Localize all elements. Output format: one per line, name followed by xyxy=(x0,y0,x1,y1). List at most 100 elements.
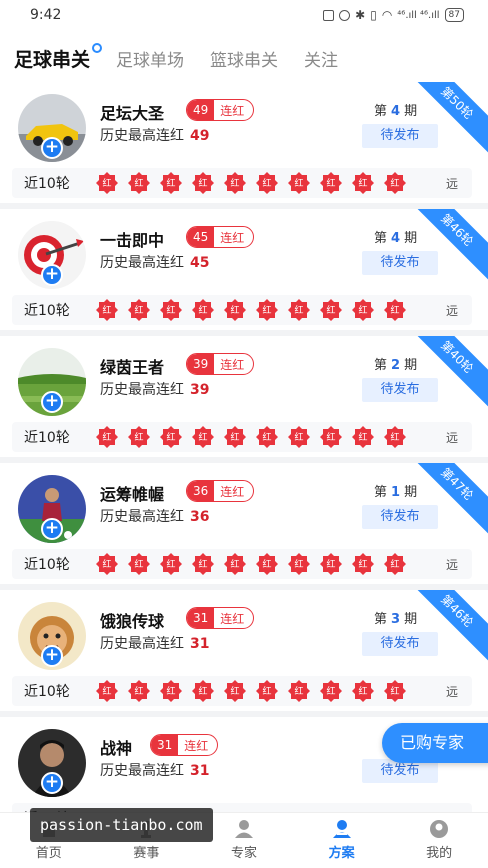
red-win-badge: 红 xyxy=(384,299,406,321)
badge-text: 红 xyxy=(294,687,304,697)
tab-plans[interactable]: 方案 xyxy=(293,813,391,868)
red-win-badge: 红 xyxy=(288,680,310,702)
red-win-badge: 红 xyxy=(384,172,406,194)
badge-text: 红 xyxy=(390,687,400,697)
pending-button[interactable]: 待发布 xyxy=(362,505,438,529)
issue-suffix: 期 xyxy=(404,612,418,627)
red-win-badge: 红 xyxy=(288,172,310,194)
badge-text: 红 xyxy=(358,560,368,570)
red-win-badge: 红 xyxy=(352,680,374,702)
top-tabs: 足球串关 足球单场 篮球串关 关注 xyxy=(14,40,338,76)
red-win-badge: 红 xyxy=(192,553,214,575)
badge-text: 红 xyxy=(166,687,176,697)
recent-results-row: 近10轮 红 红 红 红 红 红 红 红 红 红 远 xyxy=(12,422,472,452)
follow-plus-icon[interactable]: + xyxy=(41,645,63,667)
issue-suffix: 期 xyxy=(404,485,418,500)
red-win-badge: 红 xyxy=(384,426,406,448)
red-win-badge: 红 xyxy=(256,680,278,702)
red-win-badge: 红 xyxy=(160,426,182,448)
red-win-badge: 红 xyxy=(192,299,214,321)
follow-plus-icon[interactable]: + xyxy=(41,391,63,413)
issue-number: 第4期 xyxy=(374,100,417,119)
far-label: 远 xyxy=(445,430,458,445)
expert-card[interactable]: + 饿狼传球 31 连红 历史最高连红 31 第3期 待发布 第46轮 近10轮 … xyxy=(0,590,488,717)
pending-button[interactable]: 待发布 xyxy=(362,251,438,275)
red-win-badge: 红 xyxy=(352,426,374,448)
badge-text: 红 xyxy=(390,179,400,189)
expert-card[interactable]: + 一击即中 45 连红 历史最高连红 45 第4期 待发布 第46轮 近10轮 … xyxy=(0,209,488,336)
badge-text: 红 xyxy=(262,306,272,316)
pending-button[interactable]: 待发布 xyxy=(362,124,438,148)
status-bar: 9:42 ✱ ▯ ◠ ⁴⁶.ıll ⁴⁶.ıll 87 xyxy=(0,0,488,30)
red-win-badge: 红 xyxy=(96,426,118,448)
tab-football-single[interactable]: 足球单场 xyxy=(116,46,184,71)
badge-text: 红 xyxy=(198,433,208,443)
badge-text: 红 xyxy=(230,179,240,189)
issue-value: 1 xyxy=(391,485,401,500)
red-win-badge: 红 xyxy=(128,553,150,575)
plan-icon xyxy=(332,820,351,838)
badge-text: 红 xyxy=(134,560,144,570)
follow-plus-icon[interactable]: + xyxy=(41,772,63,794)
history-label: 历史最高连红 xyxy=(100,763,184,779)
expert-card[interactable]: + 运筹帷幄 36 连红 历史最高连红 36 第1期 待发布 第47轮 近10轮 … xyxy=(0,463,488,590)
recent-results-row: 近10轮 红 红 红 红 红 红 红 红 红 红 远 xyxy=(12,549,472,579)
recent-results-row: 近10轮 红 红 红 红 红 红 红 红 红 红 远 xyxy=(12,295,472,325)
badge-text: 红 xyxy=(262,687,272,697)
issue-number: 第2期 xyxy=(374,354,417,373)
tab-basketball-parlay[interactable]: 篮球串关 xyxy=(210,46,278,71)
badge-text: 红 xyxy=(326,560,336,570)
streak-tag: 31 连红 xyxy=(186,607,255,629)
red-win-badge: 红 xyxy=(160,172,182,194)
issue-number: 第4期 xyxy=(374,227,417,246)
issue-prefix: 第 xyxy=(374,612,388,627)
tab-profile[interactable]: 我的 xyxy=(390,813,488,868)
streak-tag: 39 连红 xyxy=(186,353,255,375)
result-badges: 红 红 红 红 红 红 红 红 红 红 xyxy=(96,680,406,702)
issue-value: 4 xyxy=(391,231,401,246)
history-value: 39 xyxy=(190,382,210,398)
recent-label: 近10轮 xyxy=(24,430,70,446)
pending-button[interactable]: 待发布 xyxy=(362,378,438,402)
streak-tag: 49 连红 xyxy=(186,99,255,121)
history-label: 历史最高连红 xyxy=(100,636,184,652)
issue-suffix: 期 xyxy=(404,231,418,246)
red-win-badge: 红 xyxy=(288,553,310,575)
red-win-badge: 红 xyxy=(160,553,182,575)
tab-label: 首页 xyxy=(35,846,62,861)
battery-icon: 87 xyxy=(444,8,464,22)
streak-word: 连红 xyxy=(220,230,245,245)
purchased-experts-button[interactable]: 已购专家 xyxy=(382,723,488,763)
expert-name: 绿茵王者 xyxy=(100,358,165,377)
follow-plus-icon[interactable]: + xyxy=(41,518,63,540)
streak-word: 连红 xyxy=(220,611,245,626)
history-label: 历史最高连红 xyxy=(100,382,184,398)
streak-word: 连红 xyxy=(184,738,209,753)
follow-plus-icon[interactable]: + xyxy=(41,264,63,286)
red-win-badge: 红 xyxy=(160,680,182,702)
badge-text: 红 xyxy=(326,179,336,189)
red-win-badge: 红 xyxy=(352,172,374,194)
badge-text: 红 xyxy=(358,433,368,443)
recent-label: 近10轮 xyxy=(24,303,70,319)
pending-button[interactable]: 待发布 xyxy=(362,632,438,656)
badge-text: 红 xyxy=(166,306,176,316)
result-badges: 红 红 红 红 红 红 红 红 红 红 xyxy=(96,172,406,194)
streak-count: 31 xyxy=(187,608,215,628)
history-label: 历史最高连红 xyxy=(100,128,184,144)
tab-follow[interactable]: 关注 xyxy=(304,46,338,71)
red-win-badge: 红 xyxy=(224,172,246,194)
badge-text: 红 xyxy=(102,306,112,316)
badge-text: 红 xyxy=(230,560,240,570)
tab-football-parlay[interactable]: 足球串关 xyxy=(14,42,103,72)
badge-text: 红 xyxy=(262,560,272,570)
far-label: 远 xyxy=(445,684,458,699)
badge-text: 红 xyxy=(198,687,208,697)
issue-value: 3 xyxy=(391,612,401,627)
recent-label: 近10轮 xyxy=(24,176,70,192)
expert-card[interactable]: + 绿茵王者 39 连红 历史最高连红 39 第2期 待发布 第40轮 近10轮 … xyxy=(0,336,488,463)
badge-text: 红 xyxy=(294,433,304,443)
expert-card[interactable]: + 足坛大圣 49 连红 历史最高连红 49 第4期 待发布 第50轮 近10轮 … xyxy=(0,82,488,209)
red-win-badge: 红 xyxy=(128,680,150,702)
follow-plus-icon[interactable]: + xyxy=(41,137,63,159)
